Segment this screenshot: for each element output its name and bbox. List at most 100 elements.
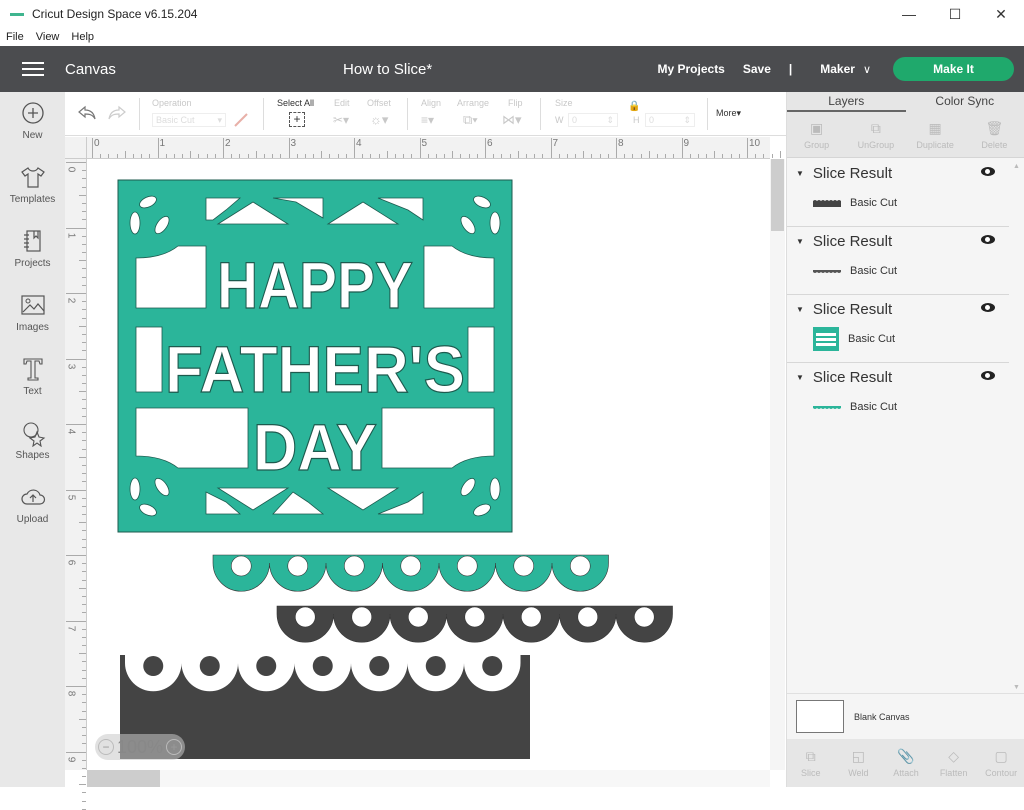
- duplicate-button[interactable]: ▦Duplicate: [906, 112, 965, 157]
- undo-icon[interactable]: [77, 104, 97, 122]
- text-icon: [19, 355, 47, 383]
- scroll-up-icon[interactable]: ▲: [1013, 163, 1020, 170]
- layer-item[interactable]: Basic Cut: [813, 197, 897, 209]
- arrange-icon[interactable]: ⧉▾: [463, 112, 478, 128]
- scroll-thumb[interactable]: [87, 770, 160, 787]
- menu-help[interactable]: Help: [65, 28, 100, 46]
- ruler-tick: [66, 752, 86, 753]
- flatten-button[interactable]: ◇Flatten: [930, 739, 978, 787]
- ruler-top-label: 9: [684, 138, 690, 149]
- weld-button[interactable]: ◱Weld: [835, 739, 883, 787]
- design-canvas[interactable]: HAPPY FATHER'S DAY: [87, 159, 770, 770]
- make-it-button[interactable]: Make It: [893, 57, 1014, 81]
- menu-view[interactable]: View: [30, 28, 66, 46]
- sidebar-label: Templates: [10, 194, 56, 205]
- close-button[interactable]: ✕: [978, 0, 1024, 28]
- layer-group[interactable]: ▼Slice Result Basic Cut: [787, 227, 1009, 295]
- machine-selector[interactable]: Maker ∨: [820, 62, 871, 76]
- minimize-button[interactable]: —: [886, 0, 932, 28]
- layer-item[interactable]: Basic Cut: [813, 401, 897, 413]
- pen-color-icon[interactable]: [233, 112, 249, 128]
- canvas-horizontal-scrollbar[interactable]: [87, 770, 770, 787]
- more-button[interactable]: More▾: [716, 108, 741, 119]
- layer-group[interactable]: ▼Slice Result Basic Cut: [787, 363, 1009, 431]
- ruler-tick: [370, 154, 371, 158]
- layer-item[interactable]: Basic Cut: [813, 327, 895, 351]
- slice-button[interactable]: ⧉Slice: [787, 739, 835, 787]
- flip-icon[interactable]: ⋈▾: [502, 112, 522, 128]
- section-title: Canvas: [65, 61, 116, 78]
- menu-file[interactable]: File: [0, 28, 30, 46]
- scallop-hole: [578, 607, 598, 627]
- ruler-tick: [469, 154, 470, 158]
- align-icon[interactable]: ≡▾: [421, 113, 434, 127]
- zoom-in-button[interactable]: +: [166, 739, 182, 755]
- visibility-eye-icon[interactable]: [981, 371, 995, 380]
- visibility-eye-icon[interactable]: [981, 235, 995, 244]
- ruler-left-label: 1: [65, 232, 76, 238]
- ruler-tick: [82, 285, 86, 286]
- sidebar-item-templates[interactable]: Templates: [0, 156, 65, 220]
- tab-layers[interactable]: Layers: [787, 92, 906, 112]
- ungroup-button[interactable]: ⧉UnGroup: [846, 112, 905, 157]
- width-input[interactable]: 0⇕: [568, 113, 618, 127]
- layer-item[interactable]: Basic Cut: [813, 265, 897, 277]
- ruler-top-label: 4: [356, 138, 362, 149]
- ruler-tick: [66, 424, 86, 425]
- sidebar-item-upload[interactable]: Upload: [0, 476, 65, 540]
- sidebar-item-shapes[interactable]: Shapes: [0, 412, 65, 476]
- flip-label: Flip: [508, 98, 523, 108]
- sidebar-item-new[interactable]: New: [0, 92, 65, 156]
- collapse-caret-icon[interactable]: ▼: [796, 373, 804, 382]
- visibility-eye-icon[interactable]: [981, 303, 995, 312]
- ruler-tick: [82, 768, 86, 769]
- blank-canvas-swatch[interactable]: [796, 700, 844, 733]
- ruler-tick: [379, 154, 380, 158]
- delete-button[interactable]: 🗑Delete: [965, 112, 1024, 157]
- fathers-day-card[interactable]: HAPPY FATHER'S DAY: [118, 180, 512, 532]
- canvas-vertical-scrollbar[interactable]: [770, 159, 785, 770]
- ruler-tick: [82, 694, 86, 695]
- sidebar-item-projects[interactable]: Projects: [0, 220, 65, 284]
- visibility-eye-icon[interactable]: [981, 167, 995, 176]
- hamburger-menu-icon[interactable]: [22, 62, 44, 76]
- save-button[interactable]: Save: [743, 62, 771, 76]
- zoom-out-button[interactable]: −: [98, 739, 114, 755]
- ruler-tick: [256, 151, 257, 158]
- redo-icon[interactable]: [107, 104, 127, 122]
- layers-scrollbar[interactable]: ▲ ▼: [1010, 159, 1024, 693]
- contour-button[interactable]: ▢Contour: [977, 739, 1024, 787]
- operation-select[interactable]: Basic Cut▾: [152, 113, 226, 127]
- collapse-caret-icon[interactable]: ▼: [796, 237, 804, 246]
- teal-scallop-border[interactable]: [213, 555, 609, 591]
- sidebar-item-text[interactable]: Text: [0, 348, 65, 412]
- attach-button[interactable]: 📎Attach: [882, 739, 930, 787]
- dark-scallop-border[interactable]: [277, 606, 673, 642]
- select-all-button[interactable]: +: [289, 112, 305, 127]
- layer-group[interactable]: ▼Slice Result Basic Cut: [787, 159, 1009, 227]
- lock-icon[interactable]: 🔒: [628, 101, 640, 112]
- scroll-thumb[interactable]: [771, 159, 784, 231]
- tab-color-sync[interactable]: Color Sync: [906, 92, 1024, 112]
- flatten-label: Flatten: [940, 768, 968, 778]
- group-button[interactable]: ▣Group: [787, 112, 846, 157]
- scallop-dot: [369, 656, 389, 676]
- scallop-dot: [143, 656, 163, 676]
- scallop-dot: [482, 656, 502, 676]
- collapse-caret-icon[interactable]: ▼: [796, 305, 804, 314]
- ruler-top-label: 2: [225, 138, 231, 149]
- layer-group[interactable]: ▼Slice Result Basic Cut: [787, 295, 1009, 363]
- sidebar-item-images[interactable]: Images: [0, 284, 65, 348]
- ruler-tick: [82, 670, 86, 671]
- collapse-caret-icon[interactable]: ▼: [796, 169, 804, 178]
- offset-icon[interactable]: ☼▾: [370, 112, 388, 128]
- scroll-down-icon[interactable]: ▼: [1013, 684, 1020, 691]
- my-projects-link[interactable]: My Projects: [658, 62, 725, 76]
- edit-scissors-icon[interactable]: ✂▾: [333, 113, 349, 127]
- height-input[interactable]: 0⇕: [645, 113, 695, 127]
- maximize-button[interactable]: ☐: [932, 0, 978, 28]
- blank-canvas-layer[interactable]: Blank Canvas: [787, 693, 1024, 739]
- chevron-down-icon: ∨: [863, 63, 871, 76]
- scallop-hole: [295, 607, 315, 627]
- ruler-tick: [329, 154, 330, 158]
